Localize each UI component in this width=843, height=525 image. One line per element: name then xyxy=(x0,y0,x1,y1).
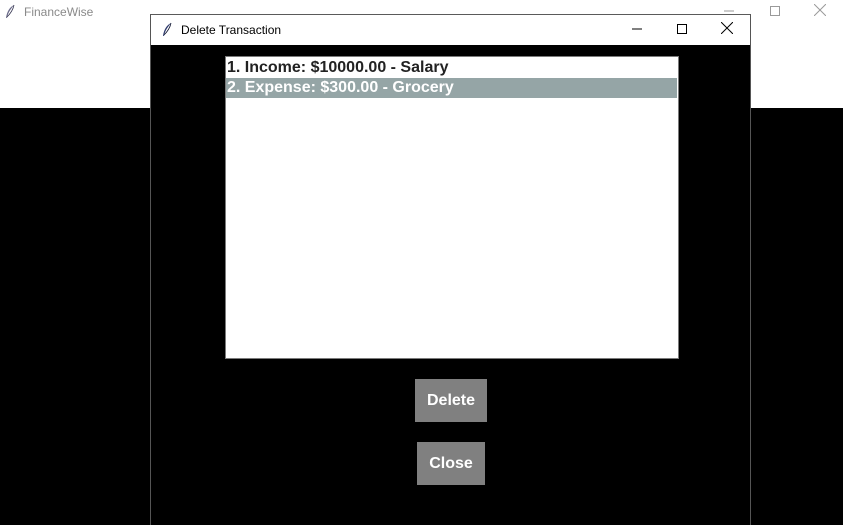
close-button[interactable]: Close xyxy=(417,442,485,485)
main-close-button[interactable] xyxy=(797,0,843,24)
maximize-icon xyxy=(677,21,687,39)
feather-icon xyxy=(161,22,173,38)
main-title-area: FinanceWise xyxy=(4,3,93,21)
dialog-close-button[interactable] xyxy=(704,15,750,45)
dialog-maximize-button[interactable] xyxy=(659,15,705,45)
dialog-minimize-button[interactable] xyxy=(614,15,660,45)
delete-button[interactable]: Delete xyxy=(415,379,487,422)
main-maximize-button[interactable] xyxy=(752,0,798,24)
feather-icon xyxy=(4,4,16,20)
minimize-icon xyxy=(632,21,642,39)
close-icon xyxy=(720,21,734,39)
dialog-titlebar[interactable]: Delete Transaction xyxy=(151,15,750,45)
maximize-icon xyxy=(770,3,780,21)
list-item[interactable]: 1. Income: $10000.00 - Salary xyxy=(226,58,677,78)
transaction-listbox[interactable]: 1. Income: $10000.00 - Salary 2. Expense… xyxy=(225,56,679,359)
close-icon xyxy=(813,3,827,21)
dialog-title-area: Delete Transaction xyxy=(161,21,281,39)
main-window-title: FinanceWise xyxy=(24,5,94,19)
list-item-selected[interactable]: 2. Expense: $300.00 - Grocery xyxy=(226,78,677,98)
delete-transaction-dialog: Delete Transaction 1. Income: $10000.00 … xyxy=(150,14,751,525)
dialog-title: Delete Transaction xyxy=(181,23,282,37)
